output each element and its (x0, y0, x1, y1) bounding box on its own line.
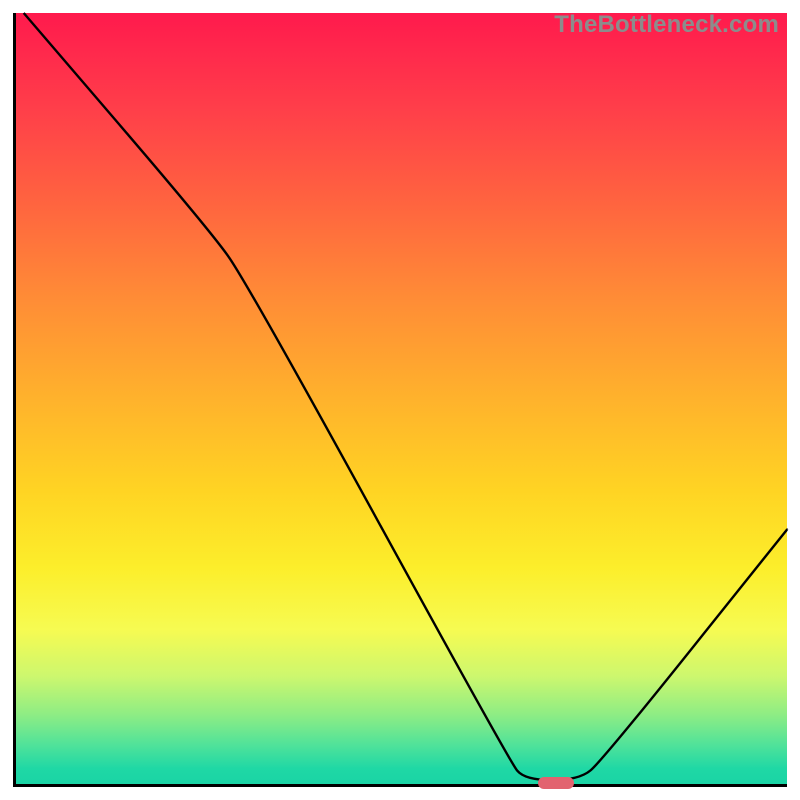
curve-svg (16, 13, 787, 784)
optimum-marker (538, 777, 574, 789)
plot-area: TheBottleneck.com (13, 13, 787, 787)
curve-path (24, 13, 787, 780)
bottleneck-chart: TheBottleneck.com (0, 0, 800, 800)
